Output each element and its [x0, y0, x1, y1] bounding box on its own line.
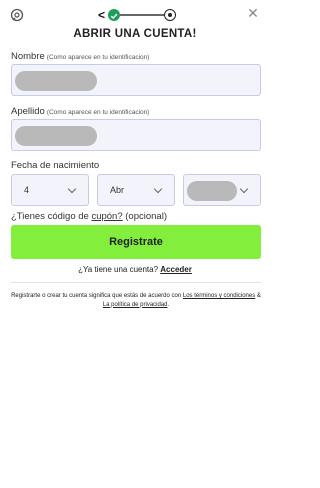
legal-notice: Registrarte o crear tu cuenta significa … — [11, 292, 261, 309]
login-link[interactable]: Acceder — [160, 265, 192, 274]
apellido-label: Apellido (Como aparece en tu identificaci… — [11, 106, 149, 117]
year-select[interactable] — [183, 174, 261, 206]
month-select[interactable]: Abr — [97, 174, 175, 206]
chevron-down-icon — [67, 184, 77, 194]
nombre-label-text: Nombre — [11, 51, 45, 62]
step-connector — [120, 14, 164, 16]
apellido-label-text: Apellido — [11, 106, 45, 117]
step-current-indicator — [164, 9, 176, 21]
privacy-link[interactable]: La política de privacidad — [103, 302, 168, 308]
nombre-hint: (Como aparece en tu identificacion) — [46, 54, 150, 61]
legal-joiner: & — [255, 293, 261, 299]
legal-suffix: . — [167, 301, 170, 308]
divider — [11, 282, 261, 283]
apellido-input[interactable] — [11, 119, 261, 151]
coupon-link[interactable]: cupón? — [91, 211, 122, 222]
legal-prefix: Registrarte o crear tu cuenta significa … — [11, 293, 183, 299]
top-bar: < ✕ — [0, 0, 270, 30]
register-button[interactable]: Registrate — [11, 225, 261, 259]
back-arrow-icon[interactable]: < — [98, 8, 105, 22]
support-chat-icon[interactable] — [10, 8, 24, 22]
nombre-label: Nombre (Como aparece en tu identificacion… — [11, 51, 149, 62]
step-complete-check-icon — [108, 9, 120, 21]
redacted-value — [187, 181, 237, 201]
terms-link[interactable]: Los términos y condiciones — [183, 293, 255, 299]
nombre-input[interactable] — [11, 64, 261, 96]
progress-stepper: < — [98, 7, 180, 23]
coupon-prefix: ¿Tienes código de — [11, 211, 92, 222]
day-value: 4 — [24, 185, 30, 195]
day-select[interactable]: 4 — [11, 174, 89, 206]
close-icon[interactable]: ✕ — [246, 6, 260, 20]
apellido-hint: (Como aparece en tu identificacion) — [46, 109, 150, 116]
login-prompt-text: ¿Ya tiene una cuenta? — [78, 265, 161, 274]
coupon-prompt: ¿Tienes código de cupón? (opcional) — [11, 211, 167, 222]
redacted-value — [15, 71, 97, 91]
chevron-down-icon — [239, 184, 249, 194]
login-prompt: ¿Ya tiene una cuenta? Acceder — [0, 265, 270, 274]
birthdate-label: Fecha de nacimiento — [11, 160, 100, 171]
coupon-suffix: (opcional) — [122, 211, 167, 222]
redacted-value — [15, 126, 97, 146]
chevron-down-icon — [153, 184, 163, 194]
page-title: ABRIR UNA CUENTA! — [73, 28, 197, 40]
month-value: Abr — [110, 185, 125, 195]
